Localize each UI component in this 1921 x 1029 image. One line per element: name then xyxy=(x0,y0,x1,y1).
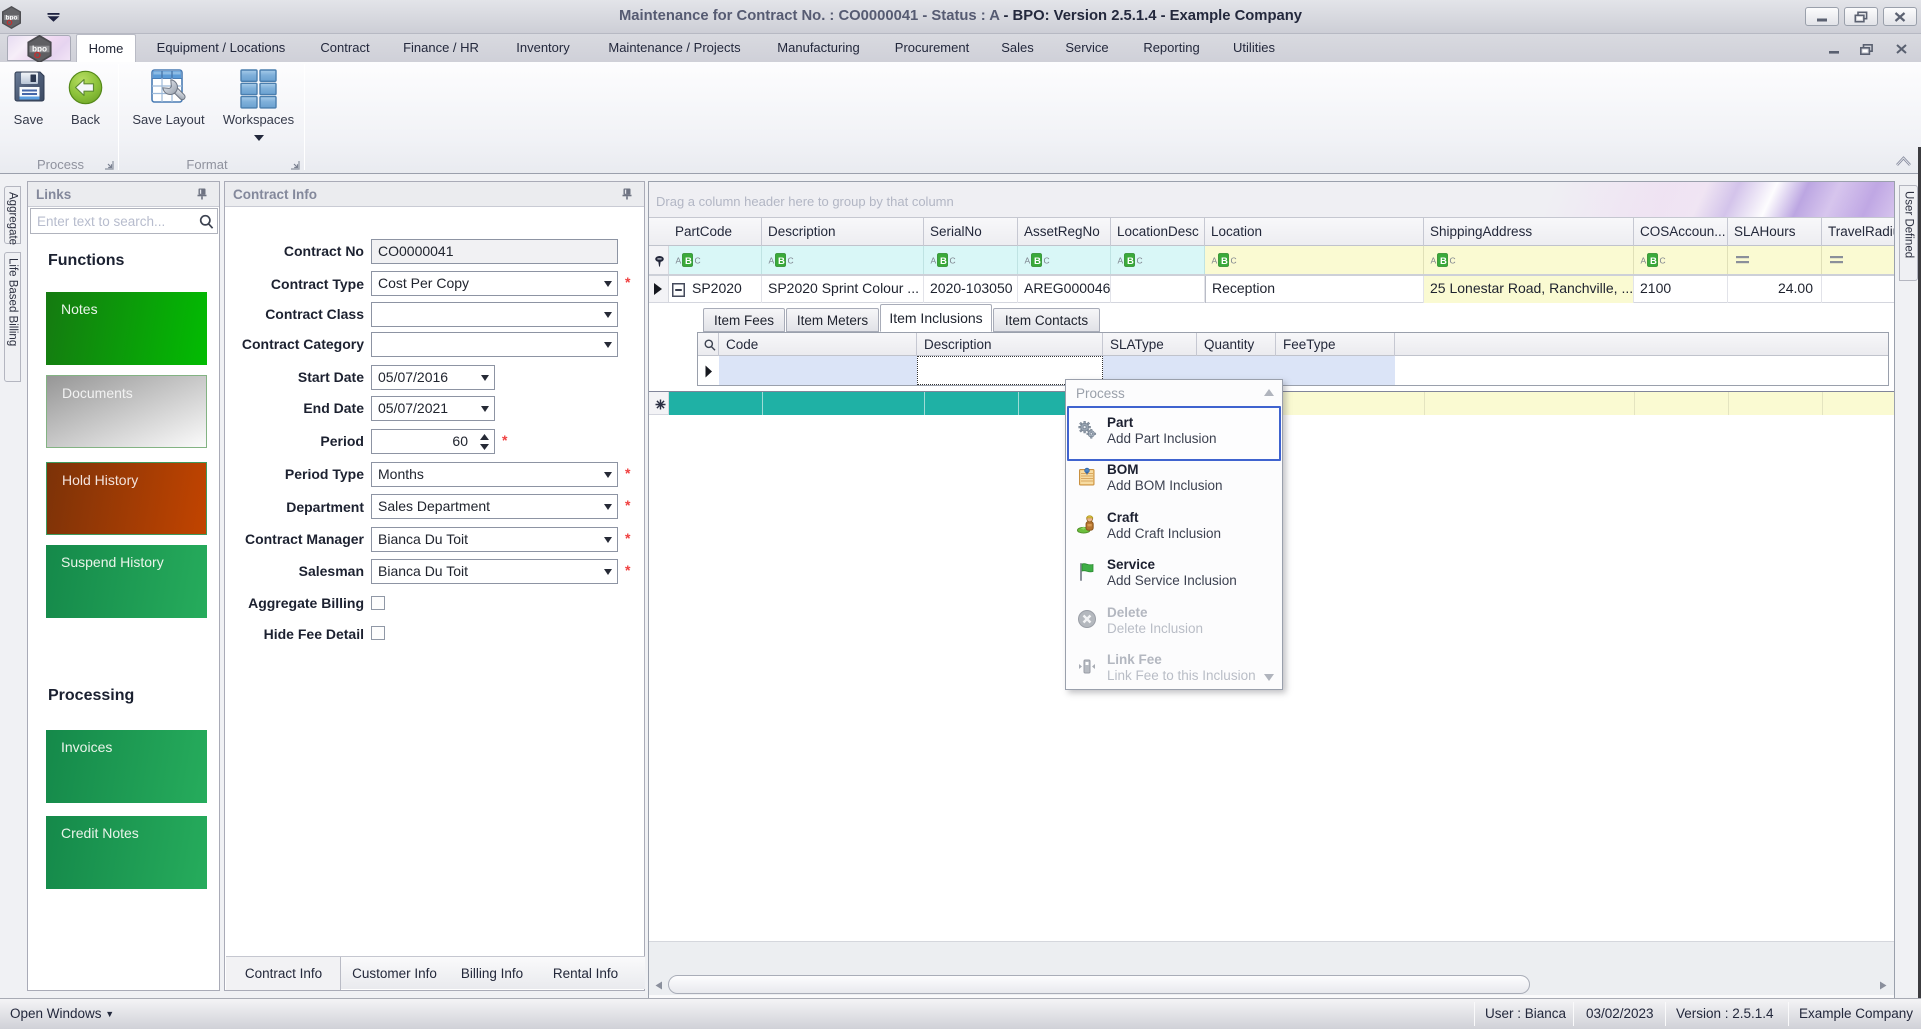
svg-text:B: B xyxy=(685,256,692,267)
svg-text:B: B xyxy=(1127,256,1134,267)
svg-text:B: B xyxy=(778,256,785,267)
svg-text:A: A xyxy=(1118,256,1124,266)
svg-text:C: C xyxy=(950,256,956,266)
svg-text:A: A xyxy=(1431,256,1437,266)
svg-text:C: C xyxy=(1231,256,1237,266)
svg-text:A: A xyxy=(1212,256,1218,266)
svg-text:A: A xyxy=(1025,256,1031,266)
svg-text:C: C xyxy=(1137,256,1143,266)
svg-text:B: B xyxy=(940,256,947,267)
svg-text:B: B xyxy=(1221,256,1228,267)
svg-text:B: B xyxy=(1034,256,1041,267)
svg-text:C: C xyxy=(1450,256,1456,266)
svg-text:A: A xyxy=(769,256,775,266)
svg-text:bpo: bpo xyxy=(32,45,47,54)
svg-text:B: B xyxy=(1440,256,1447,267)
svg-text:C: C xyxy=(788,256,794,266)
svg-text:A: A xyxy=(1641,256,1647,266)
svg-text:C: C xyxy=(1660,256,1666,266)
svg-text:A: A xyxy=(676,256,682,266)
svg-text:C: C xyxy=(1044,256,1050,266)
svg-text:B: B xyxy=(1650,256,1657,267)
svg-text:A: A xyxy=(931,256,937,266)
svg-text:C: C xyxy=(695,256,701,266)
